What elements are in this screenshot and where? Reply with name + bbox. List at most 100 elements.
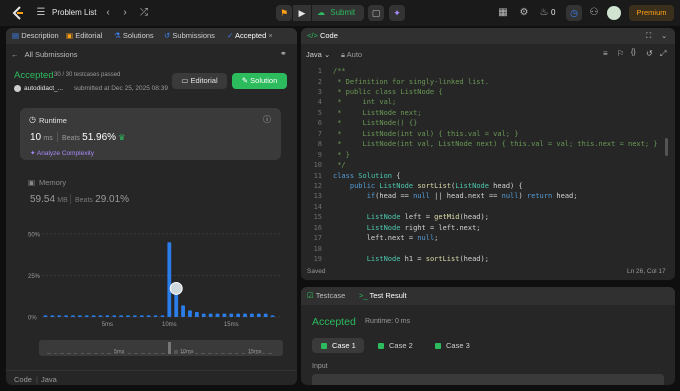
chart-bar (270, 315, 275, 317)
link-icon[interactable]: ⚭ (280, 49, 287, 58)
tab-test-result[interactable]: >_ Test Result (359, 291, 407, 300)
tab-testcase[interactable]: ☑ Testcase (307, 291, 345, 300)
language-select[interactable]: Java ⌄ (306, 50, 330, 59)
memory-label[interactable]: Memory (39, 178, 66, 187)
chart-bar (98, 315, 103, 317)
code-line: * ListNode() {} (333, 119, 418, 128)
chart-bar (57, 315, 62, 317)
tab-editorial[interactable]: ▣ Editorial (66, 31, 102, 40)
settings-gear-icon[interactable]: ⚙ (516, 5, 532, 21)
chart-bar (243, 313, 247, 317)
input-box[interactable] (312, 374, 664, 385)
scrubber-bar (268, 352, 272, 354)
trophy-icon: ♛ (118, 133, 126, 142)
bookmark-icon[interactable]: ⚐ (617, 49, 624, 58)
editorial-button[interactable]: ▭ Editorial (172, 73, 227, 89)
scrubber-bar (67, 352, 71, 354)
chart-bar (126, 315, 130, 317)
flask-icon: ⚗ (114, 31, 121, 40)
submit-button[interactable]: ☁ Submit (312, 5, 364, 21)
mode-toggle[interactable]: 🔒︎ Auto (341, 50, 362, 60)
chart-bar (64, 315, 68, 317)
scrubber-bar (234, 352, 239, 354)
solution-button[interactable]: ✎ Solution (232, 73, 287, 89)
code-line: * Definition for singly-linked list. (333, 77, 489, 86)
fire-icon[interactable]: ♨ (536, 5, 552, 21)
lock-icon: 🔒︎ (341, 50, 345, 59)
next-problem-icon[interactable]: › (117, 5, 133, 21)
chevron-down-icon: ⌄ (323, 50, 331, 59)
input-label: Input (312, 363, 328, 370)
chart-bar (71, 315, 75, 317)
info-icon[interactable]: ⓘ (263, 114, 271, 125)
line-number: 3 (317, 87, 322, 96)
code-line: */ (333, 161, 346, 170)
user-avatar[interactable] (14, 85, 21, 92)
problem-list-link[interactable]: Problem List (52, 8, 96, 17)
username[interactable]: autodidact_... (24, 85, 63, 92)
result-status: Accepted (312, 316, 356, 328)
code-line: public ListNode sortList(ListNode head) … (349, 181, 523, 190)
line-number: 9 (317, 150, 322, 159)
result-runtime: Runtime: 0 ms (365, 318, 411, 325)
submitted-at: submitted at Dec 25, 2025 08:39 (74, 85, 168, 92)
code-line: * ListNode next; (333, 108, 422, 117)
close-tab-icon[interactable]: × (268, 31, 272, 40)
expand-icon[interactable]: ⤢ (660, 49, 666, 59)
runtime-distribution-chart[interactable]: 50% 25% 0% 5ms 10ms 15ms (6, 224, 297, 334)
avatar[interactable] (607, 6, 621, 20)
chart-bar (229, 313, 234, 317)
y-tick-label: 50% (28, 233, 41, 239)
tab-submissions[interactable]: ↺ Submissions (164, 31, 215, 40)
run-button[interactable]: ▶ (293, 5, 311, 21)
chart-bar (188, 310, 192, 317)
scrubber-bar (140, 352, 145, 354)
line-number: 16 (313, 223, 322, 232)
chart-bar (256, 313, 261, 317)
x-tick-label: 10ms (162, 322, 177, 328)
logo-icon[interactable] (11, 6, 25, 20)
scrubber-bar (228, 352, 232, 354)
add-user-icon[interactable]: ⚇ (586, 5, 602, 21)
back-all-submissions[interactable]: ← All Submissions (11, 50, 78, 59)
terminal-icon: >_ (359, 291, 368, 300)
chart-bar (139, 315, 144, 317)
prev-problem-icon[interactable]: ‹ (100, 5, 116, 21)
tab-code[interactable]: </> Code (307, 31, 338, 40)
braces-icon[interactable]: {} (631, 49, 636, 56)
case-2-tab[interactable]: Case 2 (371, 338, 423, 353)
code-line: ListNode h1 = sortList(head); (366, 255, 489, 264)
y-tick-label: 0% (28, 316, 37, 322)
tab-description[interactable]: ▤ Description (12, 31, 59, 40)
layout-grid-icon[interactable]: ▦ (495, 5, 511, 21)
editor-scrollbar[interactable] (665, 138, 668, 156)
shuffle-icon[interactable]: ⤮ (136, 5, 152, 21)
chart-bar (112, 315, 117, 317)
code-line: * } (333, 150, 350, 159)
line-number: 6 (317, 119, 322, 128)
arrow-left-icon: ← (11, 50, 19, 59)
debug-button[interactable]: ⚑ (276, 5, 292, 21)
premium-button[interactable]: Premium (629, 5, 674, 21)
chart-bar (201, 313, 206, 317)
chart-bar (77, 315, 82, 317)
line-number: 8 (317, 140, 322, 149)
analyze-complexity-link[interactable]: ✦ Analyze Complexity (30, 149, 94, 157)
reset-icon[interactable]: ↺ (646, 49, 653, 58)
maximize-icon[interactable]: ⛶ (646, 31, 651, 41)
list-icon[interactable]: ☰ (33, 5, 49, 21)
notes-button[interactable]: ▢ (368, 5, 384, 21)
format-icon[interactable]: ≡ (603, 49, 608, 58)
scrubber-bar (161, 352, 165, 354)
line-number: 10 (313, 161, 322, 170)
case-3-tab[interactable]: Case 3 (428, 338, 480, 353)
timer-button[interactable]: ◷ (566, 5, 582, 21)
case-1-tab[interactable]: Case 1 (312, 338, 364, 353)
tab-solutions[interactable]: ⚗ Solutions (114, 31, 154, 40)
tab-accepted[interactable]: ✓ Accepted × (227, 31, 273, 40)
status-saved: Saved (307, 268, 326, 275)
scrubber-bars (39, 340, 283, 356)
ai-sparkle-button[interactable]: ✦ (389, 5, 405, 21)
minimize-icon[interactable]: ⌄ (661, 31, 667, 40)
memory-beats-divider (70, 194, 71, 204)
